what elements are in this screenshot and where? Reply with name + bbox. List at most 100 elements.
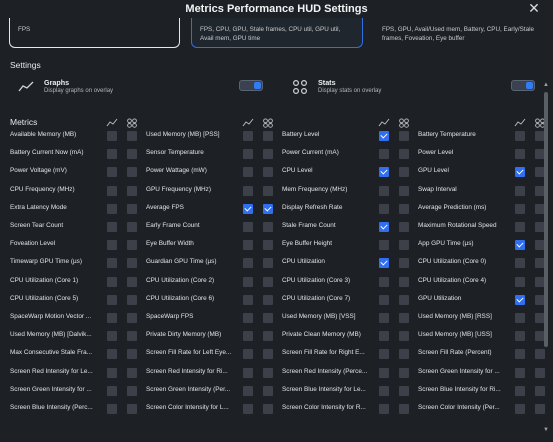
scrollbar-thumb[interactable] — [544, 92, 548, 347]
stats-checkbox[interactable] — [263, 385, 273, 396]
graph-checkbox[interactable] — [379, 240, 389, 251]
scroll-down-arrow-icon[interactable]: ▼ — [543, 427, 549, 433]
stats-checkbox[interactable] — [127, 294, 137, 305]
graph-checkbox[interactable] — [243, 313, 253, 323]
graph-checkbox[interactable] — [243, 149, 253, 160]
graph-checkbox[interactable] — [243, 185, 253, 196]
scroll-up-arrow-icon[interactable]: ▲ — [543, 82, 549, 88]
graph-checkbox[interactable] — [379, 276, 389, 287]
stats-checkbox[interactable] — [263, 331, 273, 342]
graph-checkbox[interactable] — [379, 258, 389, 269]
graph-checkbox[interactable] — [107, 331, 117, 342]
graph-checkbox[interactable] — [107, 222, 117, 232]
stats-checkbox[interactable] — [399, 167, 409, 178]
graph-checkbox[interactable] — [379, 367, 389, 378]
graph-checkbox[interactable] — [243, 331, 253, 342]
graph-checkbox[interactable] — [515, 258, 525, 269]
stats-checkbox[interactable] — [127, 222, 137, 232]
stats-checkbox[interactable] — [399, 240, 409, 251]
graph-checkbox[interactable] — [243, 240, 253, 251]
stats-checkbox[interactable] — [399, 313, 409, 323]
graph-checkbox[interactable] — [107, 167, 117, 178]
stats-checkbox[interactable] — [399, 203, 409, 214]
graph-checkbox[interactable] — [243, 349, 253, 360]
graph-checkbox[interactable] — [515, 385, 525, 396]
graph-checkbox[interactable] — [515, 313, 525, 323]
stats-checkbox[interactable] — [263, 131, 273, 141]
stats-checkbox[interactable] — [127, 149, 137, 160]
stats-switch[interactable] — [511, 80, 535, 91]
preset-card-2[interactable]: FPS, CPU, GPU, Stale frames, CPU util, G… — [191, 18, 363, 48]
stats-checkbox[interactable] — [127, 367, 137, 378]
graph-checkbox[interactable] — [515, 276, 525, 287]
graph-checkbox[interactable] — [243, 385, 253, 396]
preset-card-1[interactable]: FPS — [9, 18, 180, 48]
stats-checkbox[interactable] — [263, 240, 273, 251]
graph-checkbox[interactable] — [107, 258, 117, 269]
graph-checkbox[interactable] — [515, 185, 525, 196]
stats-checkbox[interactable] — [399, 294, 409, 305]
stats-checkbox[interactable] — [263, 258, 273, 269]
stats-checkbox[interactable] — [263, 313, 273, 323]
graph-checkbox[interactable] — [515, 349, 525, 360]
stats-checkbox[interactable] — [127, 185, 137, 196]
stats-checkbox[interactable] — [399, 331, 409, 342]
stats-checkbox[interactable] — [263, 276, 273, 287]
graph-checkbox[interactable] — [107, 203, 117, 214]
graph-checkbox[interactable] — [379, 222, 389, 232]
graph-checkbox[interactable] — [515, 240, 525, 251]
graph-checkbox[interactable] — [379, 349, 389, 360]
graph-checkbox[interactable] — [515, 331, 525, 342]
stats-checkbox[interactable] — [535, 349, 545, 360]
graph-checkbox[interactable] — [379, 185, 389, 196]
graph-checkbox[interactable] — [379, 203, 389, 214]
graph-checkbox[interactable] — [243, 131, 253, 141]
stats-checkbox[interactable] — [399, 385, 409, 396]
stats-checkbox[interactable] — [399, 349, 409, 360]
stats-checkbox[interactable] — [127, 313, 137, 323]
stats-checkbox[interactable] — [263, 203, 273, 214]
stats-checkbox[interactable] — [263, 222, 273, 232]
close-icon[interactable]: ✕ — [527, 1, 541, 15]
graph-checkbox[interactable] — [107, 349, 117, 360]
stats-checkbox[interactable] — [127, 240, 137, 251]
stats-checkbox[interactable] — [127, 331, 137, 342]
graph-checkbox[interactable] — [243, 276, 253, 287]
stats-checkbox[interactable] — [263, 185, 273, 196]
graph-checkbox[interactable] — [107, 294, 117, 305]
graph-checkbox[interactable] — [515, 294, 525, 305]
stats-checkbox[interactable] — [399, 149, 409, 160]
stats-checkbox[interactable] — [127, 258, 137, 269]
graph-checkbox[interactable] — [515, 167, 525, 178]
stats-checkbox[interactable] — [263, 294, 273, 305]
graph-checkbox[interactable] — [379, 313, 389, 323]
graph-checkbox[interactable] — [515, 203, 525, 214]
graph-checkbox[interactable] — [515, 404, 525, 414]
graph-checkbox[interactable] — [243, 294, 253, 305]
graph-checkbox[interactable] — [107, 185, 117, 196]
graph-checkbox[interactable] — [243, 404, 253, 414]
graph-checkbox[interactable] — [107, 240, 117, 251]
preset-card-3[interactable]: FPS, GPU, Avail/Used mem, Battery, CPU, … — [374, 18, 546, 48]
graph-checkbox[interactable] — [515, 367, 525, 378]
stats-checkbox[interactable] — [399, 404, 409, 414]
graph-checkbox[interactable] — [515, 222, 525, 232]
graph-checkbox[interactable] — [243, 258, 253, 269]
graph-checkbox[interactable] — [379, 294, 389, 305]
stats-checkbox[interactable] — [535, 367, 545, 378]
stats-checkbox[interactable] — [263, 404, 273, 414]
stats-checkbox[interactable] — [263, 167, 273, 178]
stats-checkbox[interactable] — [127, 349, 137, 360]
stats-checkbox[interactable] — [399, 131, 409, 141]
graph-checkbox[interactable] — [379, 331, 389, 342]
graph-checkbox[interactable] — [107, 313, 117, 323]
graph-checkbox[interactable] — [379, 131, 389, 141]
stats-checkbox[interactable] — [127, 167, 137, 178]
graph-checkbox[interactable] — [515, 149, 525, 160]
graph-checkbox[interactable] — [243, 367, 253, 378]
graph-checkbox[interactable] — [379, 167, 389, 178]
graphs-switch[interactable] — [239, 80, 263, 91]
stats-checkbox[interactable] — [399, 258, 409, 269]
stats-checkbox[interactable] — [127, 276, 137, 287]
graph-checkbox[interactable] — [243, 222, 253, 232]
